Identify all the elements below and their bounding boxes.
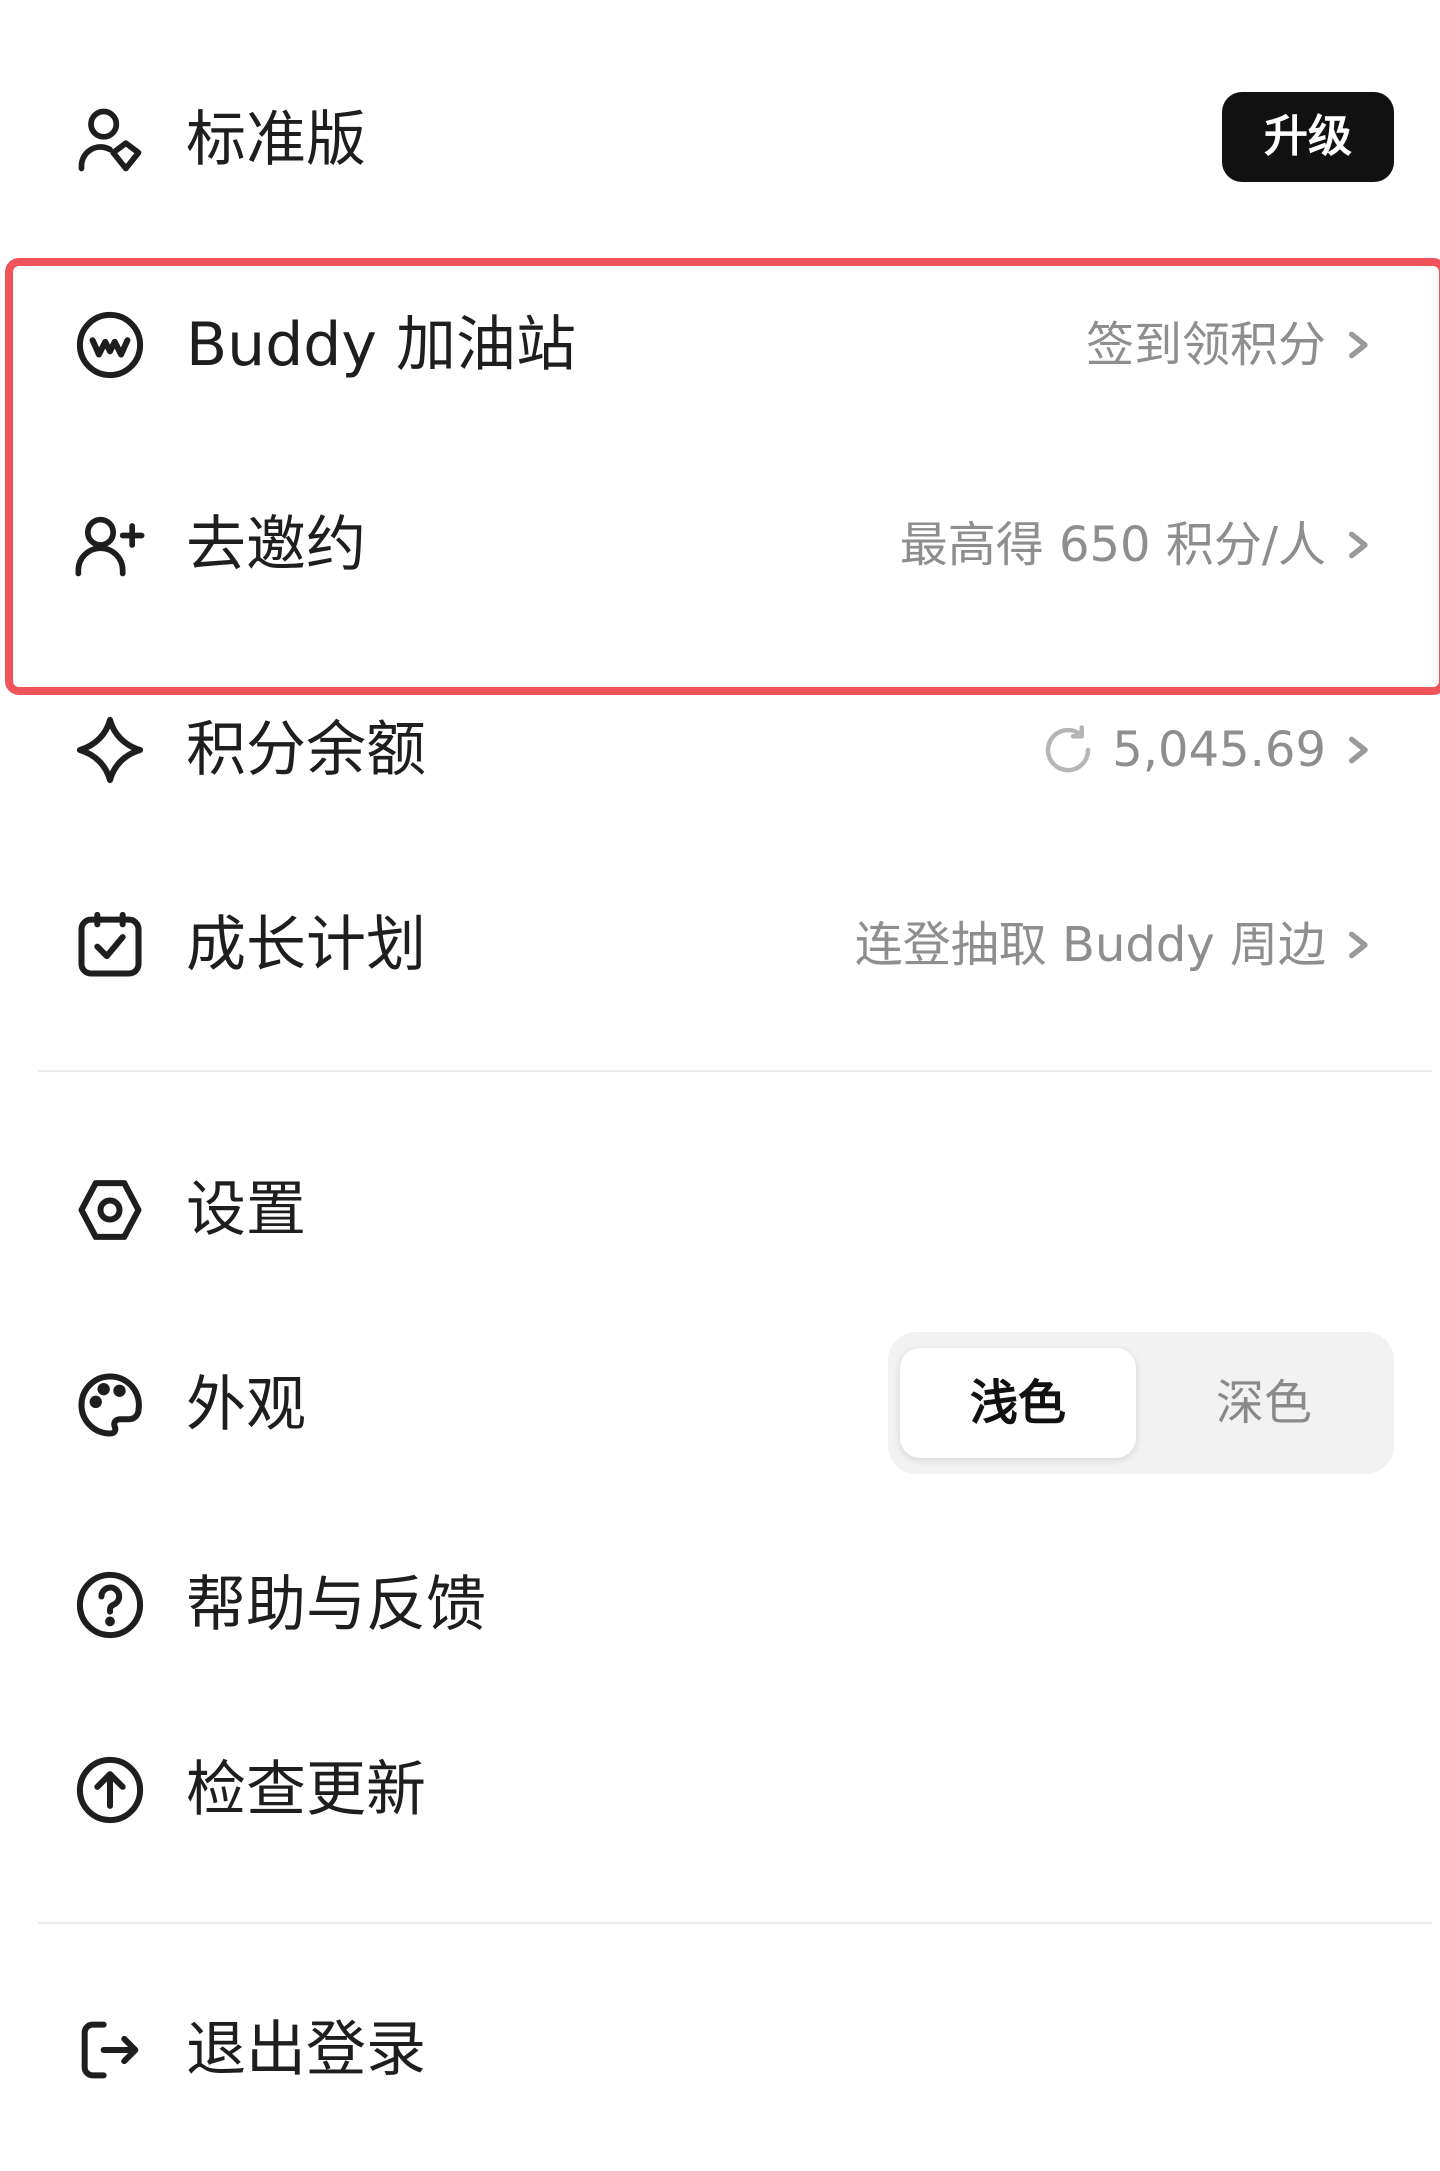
buddy-station-value: 签到领积分 xyxy=(1086,285,1374,405)
chevron-right-icon xyxy=(1349,531,1368,559)
account-menu: 标准版 升级 Buddy 加油站 签到领积分 去邀约 最高得 650 积分/人 xyxy=(0,0,1440,2171)
chevron-right-icon xyxy=(1349,331,1368,359)
plan-label: 标准版 xyxy=(186,105,366,175)
settings-icon xyxy=(72,1172,148,1248)
appearance-label: 外观 xyxy=(186,1370,306,1440)
user-shield-icon xyxy=(72,102,148,178)
calendar-check-icon xyxy=(72,907,148,983)
invite-label: 去邀约 xyxy=(186,510,366,580)
growth-plan-item[interactable]: 成长计划 连登抽取 Buddy 周边 xyxy=(0,885,1440,1005)
help-label: 帮助与反馈 xyxy=(186,1570,486,1640)
palette-icon xyxy=(72,1367,148,1443)
check-update-item[interactable]: 检查更新 xyxy=(0,1730,1440,1850)
theme-toggle[interactable]: 浅色 深色 xyxy=(888,1332,1394,1474)
light-theme-option[interactable]: 浅色 xyxy=(900,1348,1136,1458)
dark-theme-option[interactable]: 深色 xyxy=(1146,1348,1382,1458)
update-label: 检查更新 xyxy=(186,1755,426,1825)
growth-value: 连登抽取 Buddy 周边 xyxy=(855,885,1374,1005)
settings-label: 设置 xyxy=(186,1175,306,1245)
diamond-icon xyxy=(72,712,148,788)
chevron-right-icon xyxy=(1349,931,1368,959)
invite-hint: 最高得 650 积分/人 xyxy=(899,517,1326,573)
points-value: 5,045.69 xyxy=(1112,722,1326,778)
buddy-station-item[interactable]: Buddy 加油站 签到领积分 xyxy=(0,285,1440,405)
points-balance-item[interactable]: 积分余额 5,045.69 xyxy=(0,690,1440,810)
points-value-group: 5,045.69 xyxy=(1038,690,1374,810)
growth-label: 成长计划 xyxy=(186,910,426,980)
buddy-station-label: Buddy 加油站 xyxy=(186,310,576,380)
invite-item[interactable]: 去邀约 最高得 650 积分/人 xyxy=(0,485,1440,605)
help-icon xyxy=(72,1567,148,1643)
logout-item[interactable]: 退出登录 xyxy=(0,1990,1440,2110)
help-feedback-item[interactable]: 帮助与反馈 xyxy=(0,1545,1440,1665)
chevron-right-icon xyxy=(1349,736,1368,764)
logout-label: 退出登录 xyxy=(186,2015,426,2085)
upload-icon xyxy=(72,1752,148,1828)
buddy-logo-icon xyxy=(72,307,148,383)
invite-value: 最高得 650 积分/人 xyxy=(900,485,1374,605)
growth-hint: 连登抽取 Buddy 周边 xyxy=(854,917,1326,973)
points-label: 积分余额 xyxy=(186,715,426,785)
refresh-icon[interactable] xyxy=(1038,720,1098,780)
add-user-icon xyxy=(72,507,148,583)
divider xyxy=(38,1922,1432,1924)
settings-item[interactable]: 设置 xyxy=(0,1150,1440,1270)
divider xyxy=(38,1070,1432,1072)
logout-icon xyxy=(72,2012,148,2088)
buddy-station-hint: 签到领积分 xyxy=(1085,317,1326,373)
upgrade-button[interactable]: 升级 xyxy=(1222,92,1394,182)
